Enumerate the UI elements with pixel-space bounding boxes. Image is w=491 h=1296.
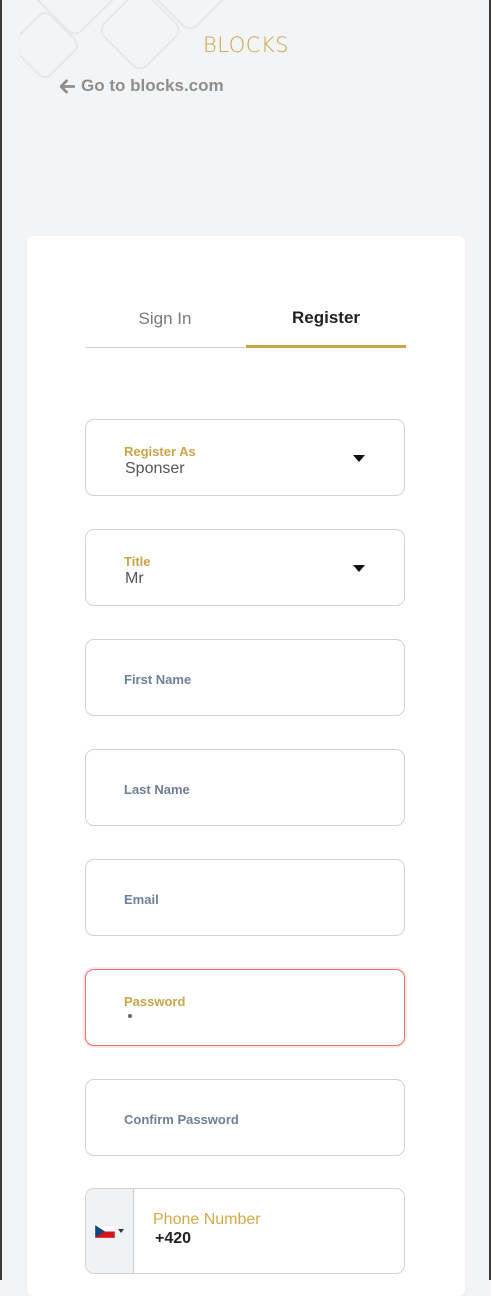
title-value: Mr [125,570,144,587]
tab-register-label: Register [291,307,361,327]
password-label: Password [124,994,186,1009]
caret-down-icon [118,1229,124,1233]
auth-tabs: Sign In Register [85,290,406,348]
title-label: Title [124,554,151,569]
first-name-input[interactable]: First Name [85,639,405,716]
czech-flag-icon [95,1224,115,1238]
register-as-value: Sponser [125,460,185,477]
register-as-select[interactable]: Register As Sponser [85,419,405,496]
caret-down-icon [353,455,365,462]
confirm-password-label: Confirm Password [124,1112,239,1127]
last-name-input[interactable]: Last Name [85,749,405,826]
tab-sign-in[interactable]: Sign In [85,290,245,348]
password-input[interactable]: Password [85,969,405,1046]
arrow-left-icon [60,78,75,94]
email-label: Email [124,892,159,907]
title-select[interactable]: Title Mr [85,529,405,606]
back-link-label: Go to blocks.com [81,76,224,95]
first-name-label: First Name [124,672,192,687]
tab-sign-in-label: Sign In [138,308,192,328]
register-as-label: Register As [124,444,196,459]
back-to-site-link[interactable]: Go to blocks.com [60,76,224,96]
email-input[interactable]: Email [85,859,405,936]
phone-number-field[interactable]: Phone Number +420 [85,1188,405,1274]
confirm-password-input[interactable]: Confirm Password [85,1079,405,1156]
country-code-select[interactable] [86,1189,134,1273]
tab-register[interactable]: Register [246,290,406,348]
brand-logo: BLOCKS [203,33,289,57]
last-name-label: Last Name [124,782,190,797]
caret-down-icon [353,565,365,572]
window-edge-left [0,0,2,1280]
password-mask-dot [128,1014,132,1018]
phone-number-label: Phone Number [153,1211,261,1228]
phone-number-value: +420 [155,1230,192,1247]
